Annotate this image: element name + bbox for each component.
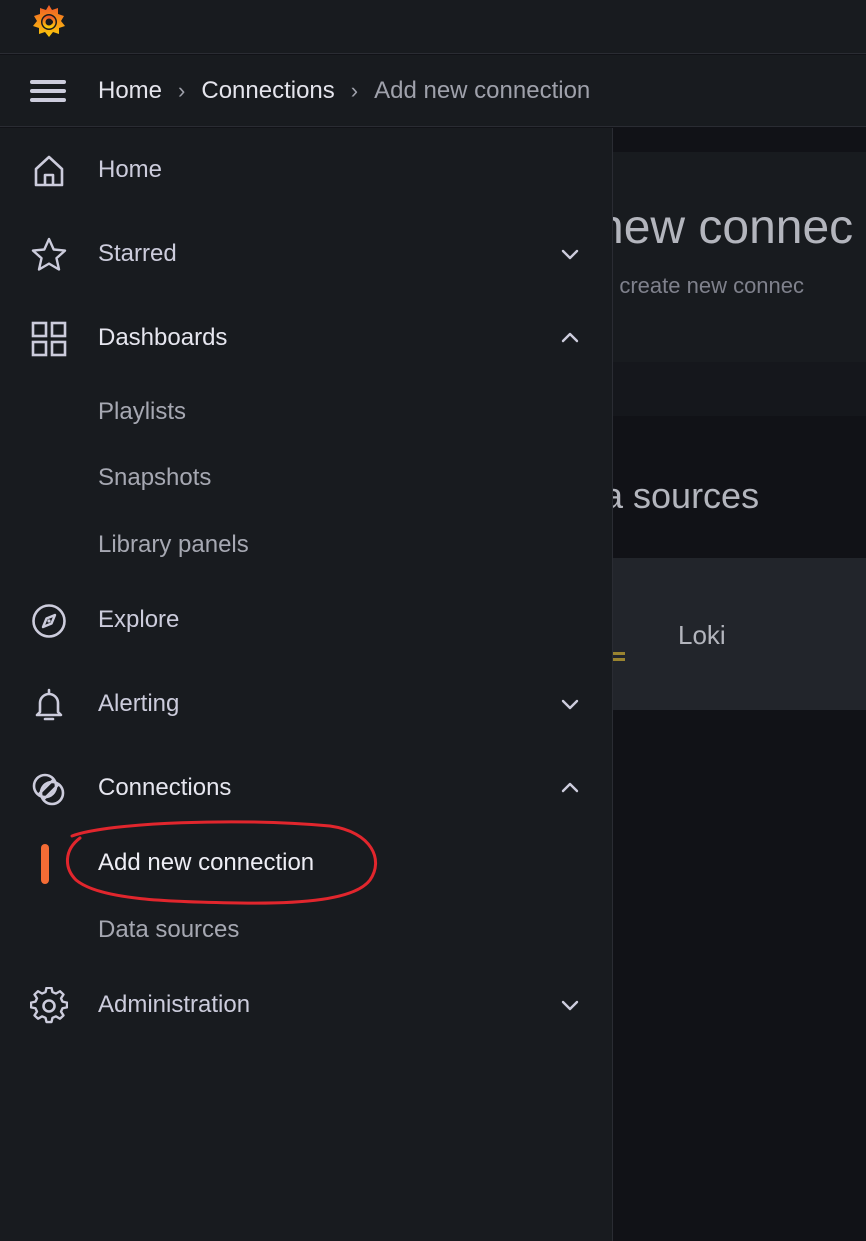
nav-subitem-library-panels[interactable]: Library panels [0, 518, 613, 572]
compass-icon [32, 604, 66, 638]
home-icon [34, 155, 64, 187]
dashboards-grid-icon [31, 321, 67, 357]
nav-sublabel-playlists: Playlists [98, 398, 187, 425]
nav-item-dashboards[interactable]: Dashboards [0, 308, 613, 368]
breadcrumb-bar: Home › Connections › Add new connection [0, 55, 866, 127]
gear-icon [30, 987, 68, 1024]
page-subtitle: d create new connec [613, 273, 805, 298]
chevron-down-icon[interactable] [558, 692, 582, 716]
page-title: new connec [613, 201, 854, 254]
nav-sublabel-data-sources: Data sources [98, 916, 240, 943]
connections-icon [32, 773, 65, 806]
nav-sublabel-library-panels: Library panels [98, 531, 249, 558]
datasource-card-loki[interactable]: Loki [613, 558, 866, 710]
grafana-logo-icon[interactable] [28, 1, 70, 43]
chevron-down-icon[interactable] [558, 242, 582, 266]
nav-sublabel-snapshots: Snapshots [98, 464, 212, 491]
side-menu: Home Starred Dashboards Playlists Snapsh… [0, 128, 613, 1241]
nav-item-starred[interactable]: Starred [0, 224, 613, 284]
bell-icon [35, 688, 63, 721]
top-bar [0, 0, 866, 54]
active-indicator [41, 844, 49, 884]
datasource-card-label: Loki [678, 620, 726, 650]
nav-label-dashboards: Dashboards [98, 324, 228, 351]
nav-label-starred: Starred [98, 240, 177, 267]
page-divider-band [613, 362, 866, 416]
breadcrumb-home[interactable]: Home [98, 77, 162, 105]
nav-subitem-snapshots[interactable]: Snapshots [0, 451, 613, 505]
nav-label-alerting: Alerting [98, 690, 180, 717]
nav-item-administration[interactable]: Administration [0, 975, 613, 1035]
nav-label-home: Home [98, 156, 163, 183]
nav-item-alerting[interactable]: Alerting [0, 674, 613, 734]
breadcrumb-separator: › [350, 78, 359, 103]
nav-subitem-playlists[interactable]: Playlists [0, 385, 613, 439]
star-icon [31, 237, 67, 271]
page-content: new connec d create new connec a sources… [613, 128, 866, 1241]
menu-toggle-button[interactable] [30, 77, 68, 105]
nav-item-home[interactable]: Home [0, 140, 613, 200]
section-title: a sources [613, 475, 760, 516]
nav-subitem-add-new-connection[interactable]: Add new connection [0, 836, 613, 890]
chevron-down-icon[interactable] [558, 993, 582, 1017]
nav-label-administration: Administration [98, 991, 251, 1018]
loki-logo-icon [613, 652, 625, 661]
chevron-up-icon[interactable] [558, 326, 582, 350]
breadcrumb-current: Add new connection [374, 77, 591, 104]
nav-subitem-data-sources[interactable]: Data sources [0, 903, 613, 957]
nav-label-explore: Explore [98, 606, 180, 633]
nav-item-connections[interactable]: Connections [0, 758, 613, 818]
breadcrumb-connections[interactable]: Connections [201, 77, 334, 105]
breadcrumb-separator: › [178, 78, 186, 103]
nav-label-connections: Connections [98, 774, 232, 801]
breadcrumb: Home › Connections › Add new connection [98, 55, 590, 127]
page-header [613, 152, 866, 362]
nav-item-explore[interactable]: Explore [0, 590, 613, 650]
chevron-up-icon[interactable] [558, 776, 582, 800]
nav-sublabel-add-new-connection: Add new connection [98, 849, 315, 876]
